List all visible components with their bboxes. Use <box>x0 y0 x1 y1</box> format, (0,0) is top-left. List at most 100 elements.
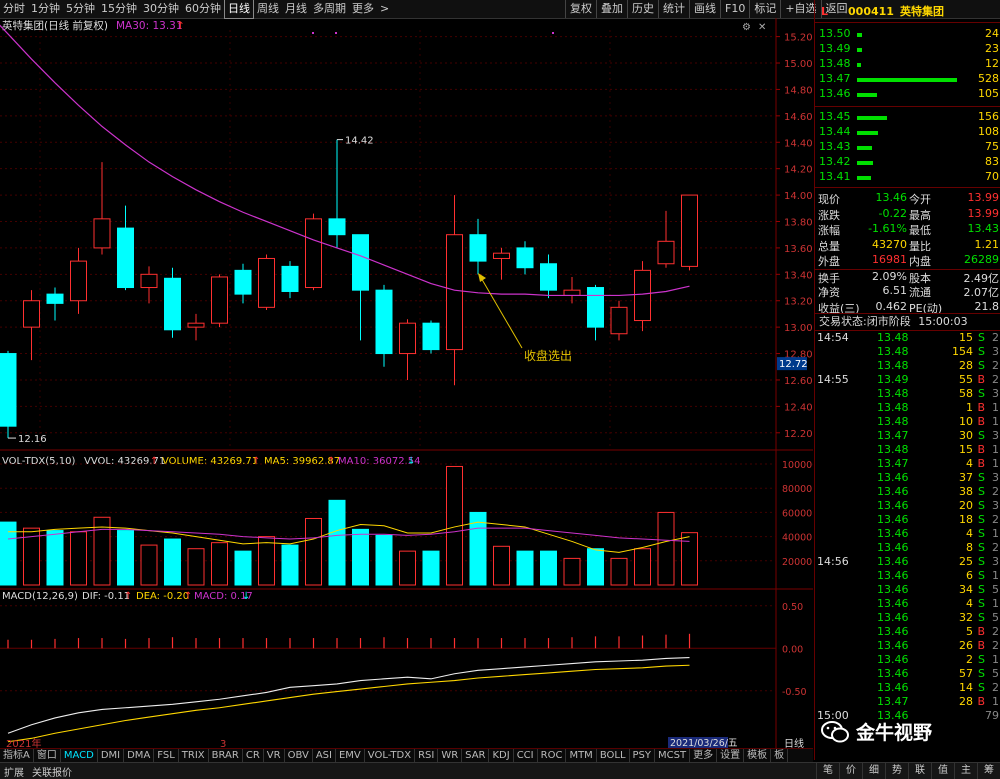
expand-button[interactable]: 扩展 <box>0 764 28 779</box>
tick-price: 13.48 <box>877 359 909 372</box>
quote-label: 最低 <box>909 224 931 237</box>
toolbar-button[interactable]: F10 <box>720 0 749 18</box>
volume-bar <box>540 550 557 586</box>
tick-price: 13.47 <box>877 429 909 442</box>
indicator-tab[interactable]: FSL <box>154 749 179 763</box>
more-arrow[interactable]: > <box>377 0 392 18</box>
toolbar-button[interactable]: 标记 <box>749 0 780 18</box>
price-tick-label: 14.40 <box>784 138 813 149</box>
indicator-tab[interactable]: MCST <box>655 749 691 763</box>
indicator-tab[interactable]: 窗口 <box>34 749 61 763</box>
period-tab[interactable]: 15分钟 <box>98 0 140 18</box>
tick-volume: 4 <box>966 597 973 610</box>
toolbar-button[interactable]: 叠加 <box>596 0 627 18</box>
period-tab[interactable]: 月线 <box>282 0 310 18</box>
right-tab[interactable]: 筹 <box>977 763 1000 779</box>
annotation-arrow <box>479 275 523 349</box>
orderbook-row[interactable]: 13.42 83 <box>815 155 1000 171</box>
indicator-tab[interactable]: ROC <box>538 749 567 763</box>
orderbook-row[interactable]: 13.46 105 <box>815 87 1000 103</box>
toolbar-button[interactable]: 复权 <box>565 0 596 18</box>
tick-list[interactable]: 14:54 13.48 15 S 2 13.48 154 S 3 13.48 28 S 2 14:55 13… <box>815 330 1000 748</box>
tick-volume: 1 <box>966 401 973 414</box>
period-tab[interactable]: 分时 <box>0 0 28 18</box>
indicator-tab[interactable]: DMI <box>98 749 125 763</box>
indicator-tab[interactable]: RSI <box>415 749 439 763</box>
period-tab[interactable]: 周线 <box>254 0 282 18</box>
orderbook-row[interactable]: 13.50 24 <box>815 27 1000 43</box>
macd-header-name: MACD(12,26,9) <box>2 591 78 602</box>
candle-body <box>93 218 111 249</box>
tick-count: 1 <box>992 569 999 582</box>
candle-body <box>0 353 17 427</box>
indicator-tab[interactable]: BOLL <box>597 749 630 763</box>
right-tab[interactable]: 联 <box>908 763 931 779</box>
indicator-tab[interactable]: KDJ <box>489 749 514 763</box>
volume-bar <box>328 499 346 586</box>
period-tab[interactable]: 5分钟 <box>63 0 98 18</box>
indicator-tab[interactable]: 设置 <box>717 749 745 763</box>
orderbook-row[interactable]: 13.48 12 <box>815 57 1000 73</box>
indicator-tab[interactable]: WR <box>438 749 463 763</box>
right-tab[interactable]: 细 <box>862 763 885 779</box>
tick-count: 5 <box>992 611 999 624</box>
indicator-tab[interactable]: MTM <box>566 749 597 763</box>
tick-price: 13.46 <box>877 681 909 694</box>
indicator-tab[interactable]: CR <box>243 749 264 763</box>
macd-tick-label: 0.50 <box>782 602 803 613</box>
indicator-tab[interactable]: DMA <box>124 749 155 763</box>
orderbook-row[interactable]: 13.43 75 <box>815 140 1000 156</box>
indicator-tab[interactable]: SAR <box>462 749 490 763</box>
indicator-tab[interactable]: VOL-TDX <box>365 749 416 763</box>
orderbook-price: 13.47 <box>819 72 851 85</box>
indicator-tab[interactable]: TRIX <box>179 749 209 763</box>
right-tab[interactable]: 势 <box>885 763 908 779</box>
orderbook-row[interactable]: 13.47 528 <box>815 72 1000 88</box>
right-tab[interactable]: 主 <box>954 763 977 779</box>
right-tab[interactable]: 笔 <box>816 763 839 779</box>
indicator-tab[interactable]: MACD <box>61 749 98 763</box>
period-tab[interactable]: 1分钟 <box>28 0 63 18</box>
candle-body <box>657 240 675 265</box>
indicator-tab[interactable]: CCI <box>514 749 538 763</box>
period-tab[interactable]: 日线 <box>224 0 254 19</box>
right-tab[interactable]: 值 <box>931 763 954 779</box>
tick-row: 13.46 37 S 3 <box>815 471 1000 485</box>
indicator-tab[interactable]: ASI <box>313 749 336 763</box>
tick-count: 1 <box>992 415 999 428</box>
orderbook-row[interactable]: 13.41 70 <box>815 170 1000 186</box>
kline-chart[interactable]: 15.20 15.00 14.80 14.60 14.40 14.20 14.00 13.80… <box>0 18 818 750</box>
mode-tab[interactable]: 模板 <box>744 749 772 763</box>
indicator-tab[interactable]: OBV <box>285 749 313 763</box>
period-tab[interactable]: 更多 <box>349 0 377 18</box>
indicator-tab[interactable]: EMV <box>336 749 365 763</box>
indicator-tab[interactable]: VR <box>264 749 285 763</box>
period-tab[interactable]: 30分钟 <box>140 0 182 18</box>
orderbook-row[interactable]: 13.49 23 <box>815 42 1000 58</box>
toolbar-button[interactable]: 历史 <box>627 0 658 18</box>
indicator-tab[interactable]: 更多 <box>690 749 718 763</box>
tick-volume: 15 <box>959 443 973 456</box>
tick-price: 13.46 <box>877 499 909 512</box>
orderbook-volume: 23 <box>985 42 999 55</box>
orderbook-row[interactable]: 13.44 108 <box>815 125 1000 141</box>
indicator-tab[interactable]: PSY <box>630 749 656 763</box>
right-tab[interactable]: 价 <box>839 763 862 779</box>
period-tab[interactable]: 多周期 <box>310 0 349 18</box>
mode-tab[interactable]: 板 <box>771 749 789 763</box>
candle-body <box>516 247 534 269</box>
linked-quote-button[interactable]: 关联报价 <box>28 764 76 779</box>
chart-area[interactable]: 15.20 15.00 14.80 14.60 14.40 14.20 14.00 13.80… <box>0 18 818 750</box>
tick-row: 14:55 13.49 55 B 2 <box>815 373 1000 387</box>
tick-count: 2 <box>992 373 999 386</box>
toolbar-button[interactable]: 画线 <box>689 0 720 18</box>
indicator-tab[interactable]: BRAR <box>209 749 243 763</box>
orderbook-row[interactable]: 13.45 156 <box>815 110 1000 126</box>
quote-label: 涨跌 <box>818 208 840 222</box>
quote-value: 1.21 <box>974 237 1000 251</box>
period-tab[interactable]: 60分钟 <box>182 0 224 18</box>
indicator-tab[interactable]: 指标A <box>0 749 34 763</box>
toolbar-button[interactable]: 统计 <box>658 0 689 18</box>
orderbook-volume-bar <box>857 63 861 67</box>
stock-code: 000411 <box>848 4 894 18</box>
